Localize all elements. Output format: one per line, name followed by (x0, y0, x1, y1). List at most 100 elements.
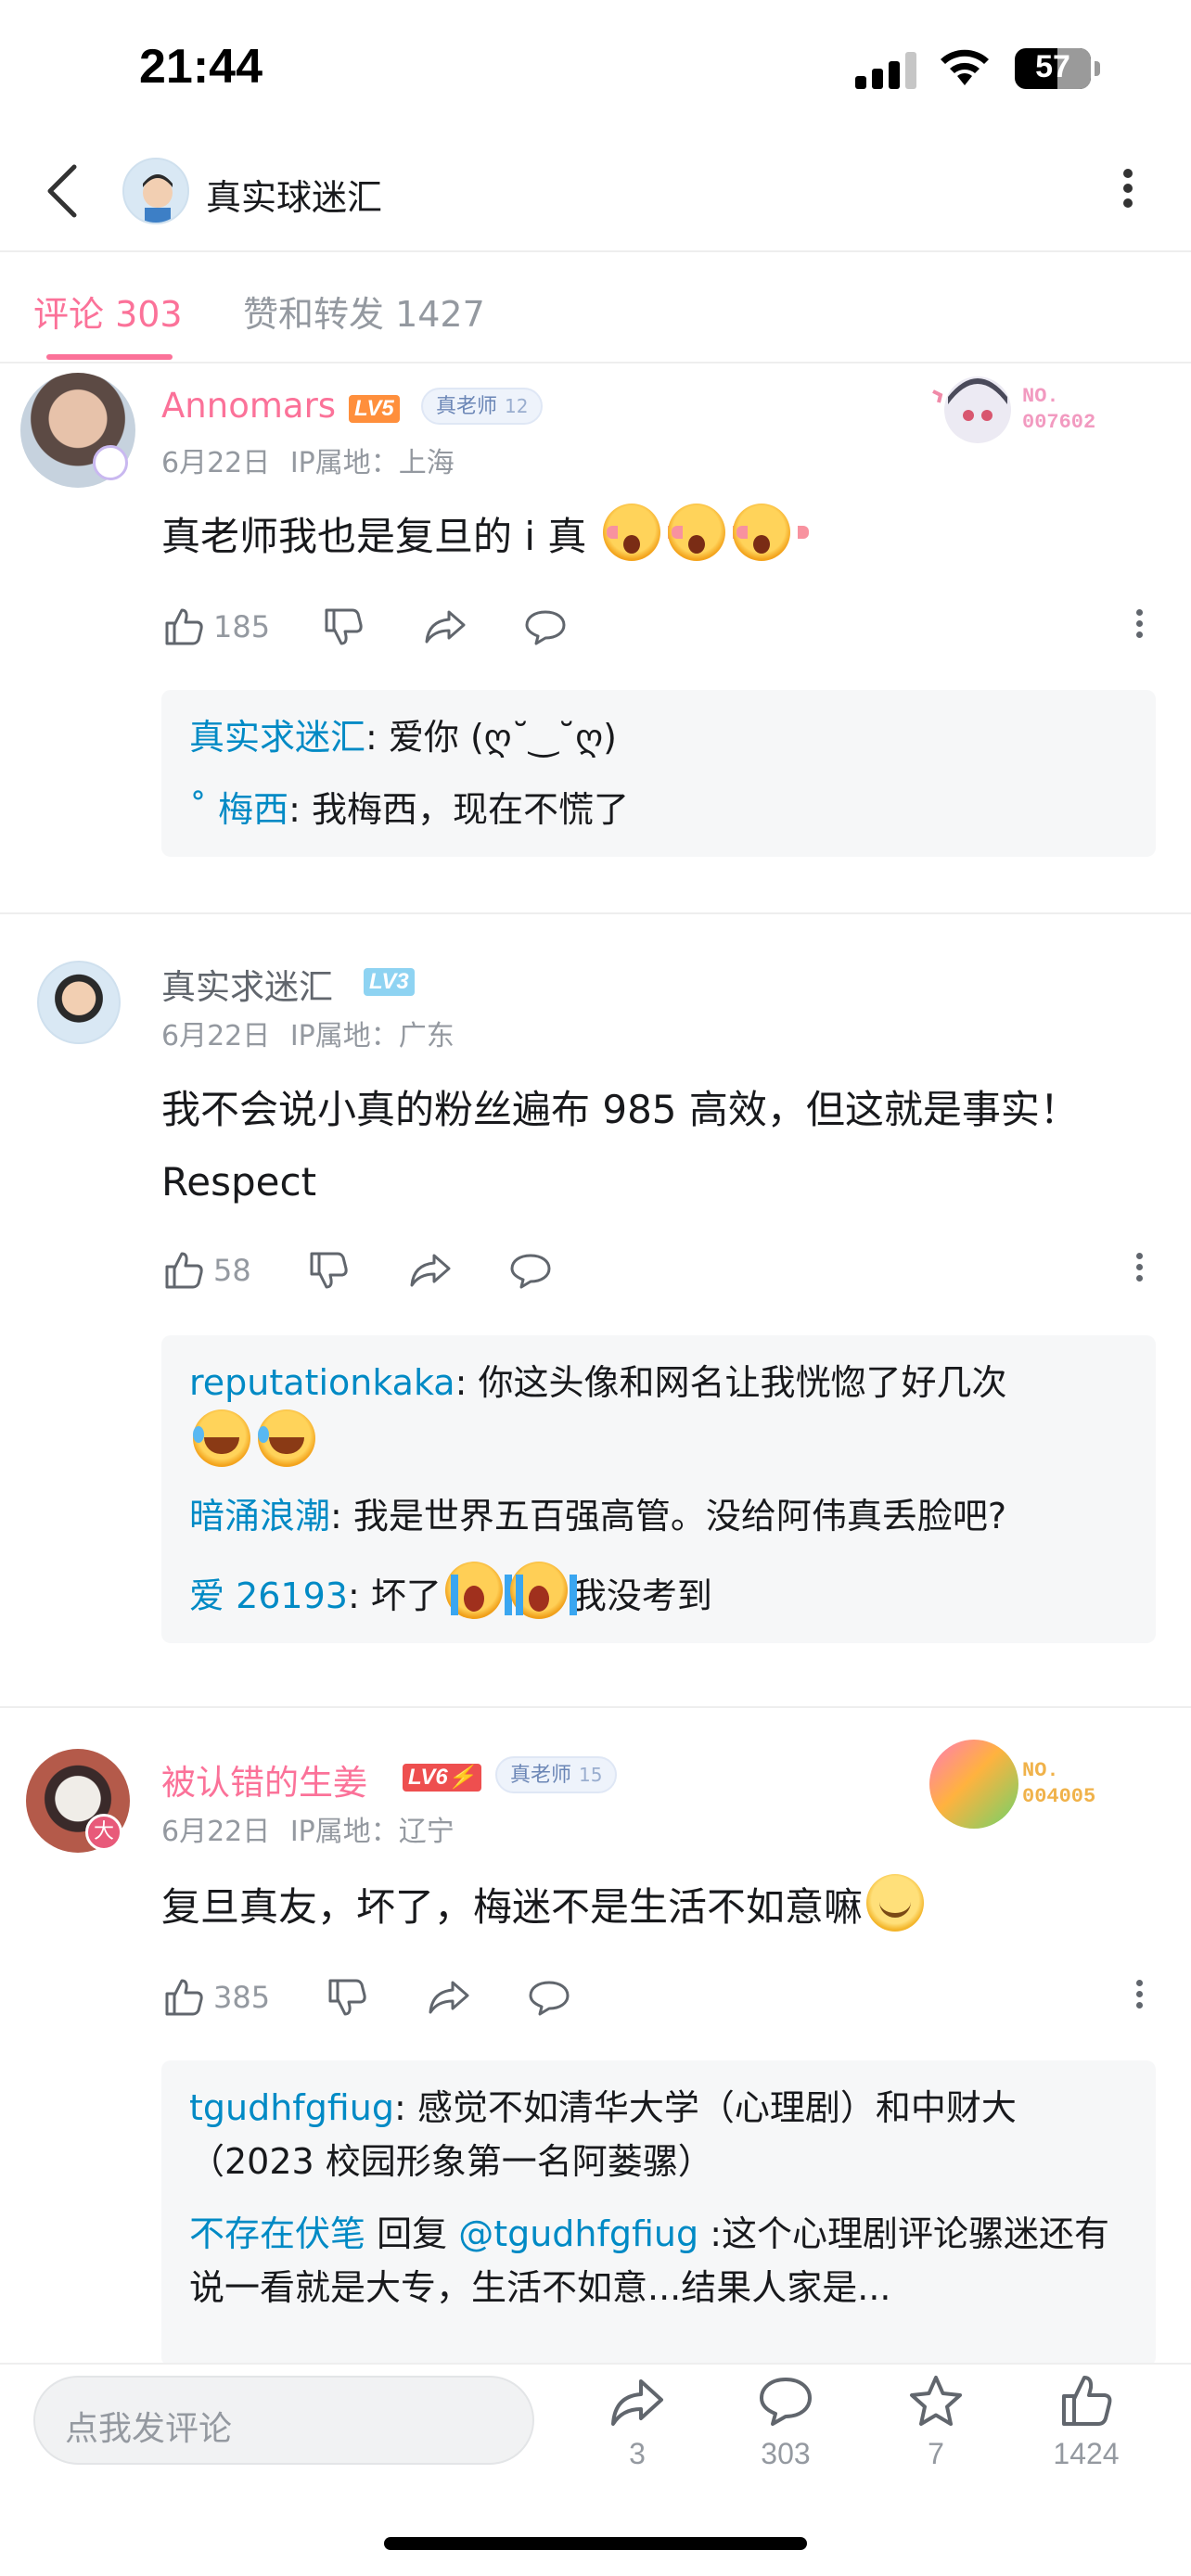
reply-author[interactable]: tgudhfgfiug (189, 2087, 394, 2128)
fan-badge-level: 12 (505, 395, 529, 417)
like-button[interactable]: 1424 (1035, 2372, 1137, 2502)
comment-date: 6月22日 (161, 447, 271, 479)
share-icon (425, 610, 466, 644)
level-badge: LV6⚡ (403, 1764, 481, 1792)
share-button[interactable] (427, 1970, 471, 2025)
verified-icon (93, 445, 128, 480)
share-button[interactable]: 3 (586, 2372, 688, 2502)
reply-button[interactable] (527, 1970, 571, 2025)
fan-badge[interactable]: 真老师 12 (421, 388, 544, 425)
reply-mention[interactable]: @tgudhfgfiug (458, 2213, 698, 2254)
wifi-icon (941, 49, 989, 85)
gradient-orb-icon (929, 1740, 1018, 1829)
comment-bubble-icon (760, 2378, 812, 2426)
share-button[interactable] (408, 1243, 453, 1298)
dislike-button[interactable] (321, 599, 365, 655)
comment-more-button[interactable] (1132, 1975, 1146, 2020)
status-time: 21:44 (139, 40, 263, 94)
comment-date: 6月22日 (161, 1816, 271, 1848)
comment-meta: 6月22日 IP属地：上海 (161, 440, 455, 480)
reply-author[interactable]: ˚ 梅西 (189, 789, 288, 830)
cellular-signal-icon (855, 52, 918, 89)
share-icon (611, 2379, 663, 2426)
laugh-cry-emoji-icon (258, 1409, 315, 1467)
like-count: 185 (213, 609, 271, 644)
reply-item[interactable]: ˚ 梅西: 我梅西，现在不慌了 (189, 783, 1128, 836)
reply-text: : 你这头像和网名让我恍惚了好几次 (455, 1362, 1007, 1403)
battery-icon: 57 (1015, 48, 1091, 89)
reply-author[interactable]: reputationkaka (189, 1362, 455, 1403)
favorite-count: 7 (928, 2437, 944, 2470)
reply-text: : 爱你 (ღ˘‿˘ღ) (365, 717, 617, 758)
crying-emoji-icon (509, 1562, 577, 1619)
reply-author[interactable]: 爱 26193 (189, 1575, 348, 1616)
like-count: 385 (213, 1980, 271, 2015)
reply-item[interactable]: 暗涌浪潮: 我是世界五百强高管。没给阿伟真丢脸吧? (189, 1489, 1128, 1543)
comment-actions: 385 (161, 1970, 1163, 2025)
favorite-button[interactable]: 7 (885, 2372, 987, 2502)
comment-divider (0, 1706, 1191, 1708)
big-member-icon: 大 (85, 1814, 122, 1851)
share-icon (429, 1981, 469, 2014)
thumbs-down-icon (328, 1979, 366, 2016)
comment-bubble-icon (529, 1981, 570, 2016)
reply-button[interactable] (508, 1243, 553, 1298)
back-button[interactable] (35, 158, 91, 224)
comment-bubble-icon (525, 610, 566, 645)
shocked-emoji-icon (732, 504, 809, 561)
username[interactable]: 被认错的生姜 (161, 1754, 367, 1804)
avatar-illustration (124, 159, 187, 223)
thumbs-up-icon (165, 1252, 203, 1289)
active-tab-indicator (46, 354, 173, 360)
comment-text: 真老师我也是复旦的 i 真 (161, 501, 1126, 573)
status-bar: 21:44 57 (0, 0, 1191, 130)
reply-author[interactable]: 真实求迷汇 (189, 717, 365, 758)
fan-badge-level: 15 (579, 1764, 603, 1786)
reply-item[interactable]: 真实求迷汇: 爱你 (ღ˘‿˘ღ) (189, 710, 1128, 764)
laugh-cry-emoji-icon (193, 1409, 250, 1467)
share-count: 3 (629, 2437, 646, 2470)
shocked-emoji-icon (602, 504, 679, 561)
comment-body: 真老师我也是复旦的 i 真 (161, 514, 587, 559)
tab-bar: 评论 303 赞和转发 1427 (0, 252, 1191, 362)
fan-badge-label: 真老师 (436, 395, 498, 418)
like-button[interactable]: 385 (161, 1970, 270, 2025)
tab-likes-reposts[interactable]: 赞和转发 1427 (243, 286, 485, 337)
reply-item[interactable]: 爱 26193: 坏了 我没考到 (189, 1562, 1128, 1623)
thumbs-up-icon (165, 608, 203, 645)
reply-item[interactable]: reputationkaka: 你这头像和网名让我恍惚了好几次 (189, 1356, 1128, 1471)
reply-text: : 我是世界五百强高管。没给阿伟真丢脸吧? (330, 1496, 1007, 1537)
reply-author[interactable]: 不存在伏笔 (189, 2213, 365, 2254)
reply-author[interactable]: 暗涌浪潮 (189, 1496, 330, 1537)
like-count: 1424 (1053, 2437, 1120, 2470)
reply-text: : 我梅西，现在不慌了 (288, 789, 629, 830)
comment-more-button[interactable] (1132, 605, 1146, 649)
reply-item[interactable]: tgudhfgfiug: 感觉不如清华大学（心理剧）和中财大（2023 校园形象… (189, 2081, 1128, 2188)
thumbs-up-icon (1062, 2376, 1112, 2426)
reply-button[interactable] (523, 599, 568, 655)
reply-text: 回复 (365, 2213, 459, 2254)
more-options-button[interactable] (1109, 163, 1146, 223)
share-button[interactable] (423, 599, 467, 655)
dislike-button[interactable] (325, 1970, 369, 2025)
home-indicator (384, 2537, 807, 2550)
thumbs-down-icon (325, 608, 363, 645)
top-nav: 真实球迷汇 (0, 130, 1191, 250)
reply-item[interactable]: 不存在伏笔 回复 @tgudhfgfiug :这个心理剧评论骡迷还有说一看就是大… (189, 2207, 1128, 2315)
fan-badge[interactable]: 真老师 15 (495, 1756, 618, 1793)
username[interactable]: 真实求迷汇 (161, 959, 333, 1009)
user-avatar[interactable] (37, 961, 121, 1044)
thumbs-up-icon (165, 1979, 203, 2016)
comment-input[interactable]: 点我发评论 (33, 2376, 534, 2465)
tab-comments[interactable]: 评论 303 (33, 286, 183, 337)
dislike-button[interactable] (306, 1243, 351, 1298)
username[interactable]: Annomars (161, 386, 336, 426)
like-button[interactable]: 58 (161, 1243, 251, 1298)
comment-more-button[interactable] (1132, 1248, 1146, 1293)
comment-input-placeholder: 点我发评论 (65, 2410, 233, 2448)
comment-button[interactable]: 303 (735, 2372, 837, 2502)
page-title: 真实球迷汇 (206, 177, 383, 218)
channel-avatar[interactable] (122, 158, 189, 224)
reply-list: tgudhfgfiug: 感觉不如清华大学（心理剧）和中财大（2023 校园形象… (161, 2060, 1156, 2366)
like-button[interactable]: 185 (161, 599, 270, 655)
